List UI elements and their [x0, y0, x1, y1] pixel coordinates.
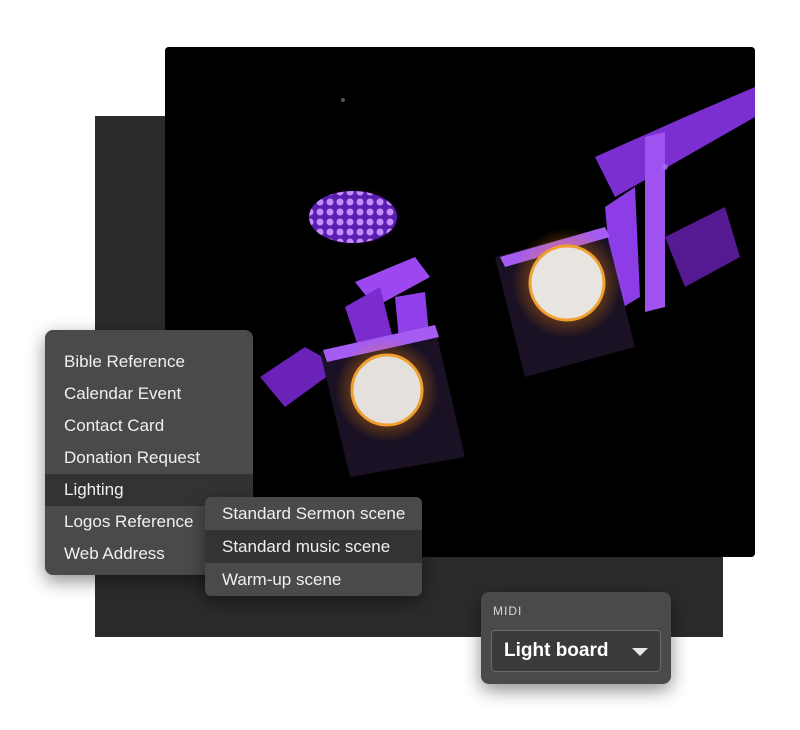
menu-item-bible-reference[interactable]: Bible Reference: [45, 346, 253, 378]
midi-label: MIDI: [493, 604, 523, 618]
midi-panel: MIDI Light board: [481, 592, 671, 684]
menu-item-donation-request[interactable]: Donation Request: [45, 442, 253, 474]
midi-selected-value: Light board: [504, 640, 609, 661]
stage-lights-photo: [165, 47, 755, 557]
submenu-item-warm-up-scene[interactable]: Warm-up scene: [205, 563, 422, 596]
submenu-item-standard-music-scene[interactable]: Standard music scene: [205, 530, 422, 563]
midi-device-select[interactable]: Light board: [491, 630, 661, 672]
menu-item-calendar-event[interactable]: Calendar Event: [45, 378, 253, 410]
submenu-item-standard-sermon-scene[interactable]: Standard Sermon scene: [205, 497, 422, 530]
menu-item-contact-card[interactable]: Contact Card: [45, 410, 253, 442]
chevron-down-icon: [632, 648, 648, 656]
lighting-submenu: Standard Sermon scene Standard music sce…: [205, 497, 422, 596]
